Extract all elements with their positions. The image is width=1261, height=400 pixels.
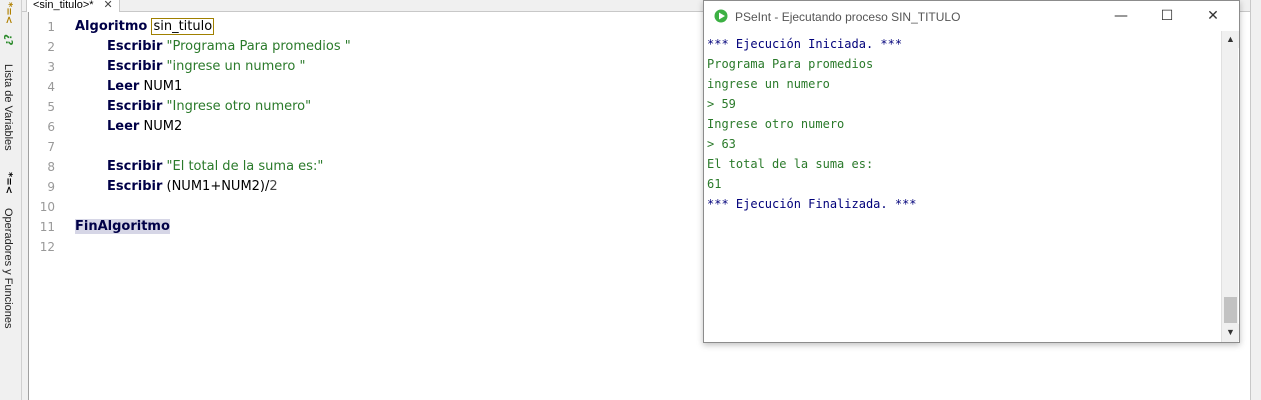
code-line-9: Escribir (NUM1+NUM2)/2 (107, 179, 278, 194)
side-toolbar: *=< ¿? Lista de Variables *=< Operadores… (0, 0, 22, 400)
code-line-4: Leer NUM1 (107, 79, 183, 94)
line-number: 10 (39, 200, 55, 214)
console-line: El total de la suma es: (707, 157, 874, 171)
right-scroll-strip (1250, 0, 1261, 400)
variables-list-tab[interactable]: Lista de Variables (2, 64, 14, 151)
scroll-thumb[interactable] (1224, 297, 1237, 323)
run-icon (714, 9, 728, 23)
line-number: 3 (47, 60, 55, 74)
operators-functions-tab[interactable]: Operadores y Funciones (2, 208, 14, 328)
console-line: 61 (707, 177, 722, 191)
console-line: > 63 (707, 137, 736, 151)
window-titlebar[interactable]: PSeInt - Ejecutando proceso SIN_TITULO —… (704, 1, 1239, 31)
code-line-8: Escribir "El total de la suma es:" (107, 159, 324, 174)
code-line-3: Escribir "ingrese un numero " (107, 59, 306, 74)
maximize-button[interactable]: ☐ (1144, 1, 1190, 31)
console-line: Ingrese otro numero (707, 117, 845, 131)
console-output[interactable]: *** Ejecución Iniciada. *** Programa Par… (705, 31, 1222, 342)
help-icon[interactable]: ¿? (3, 34, 14, 46)
line-number: 9 (47, 180, 55, 194)
algorithm-name: sin_titulo (151, 18, 215, 35)
pseint-app: *=< ¿? Lista de Variables *=< Operadores… (0, 0, 1261, 400)
variables-toolbar-icon[interactable]: *=< (3, 2, 14, 24)
close-icon[interactable]: ✕ (104, 0, 113, 11)
line-number: 5 (47, 100, 55, 114)
tab-sin-titulo[interactable]: <sin_titulo>* ✕ (26, 0, 120, 12)
code-line-5: Escribir "Ingrese otro numero" (107, 99, 312, 114)
console-line: *** Ejecución Finalizada. *** (707, 197, 917, 211)
scroll-down-icon[interactable]: ▼ (1222, 324, 1239, 341)
line-number: 7 (47, 140, 55, 154)
console-line: Programa Para promedios (707, 57, 874, 71)
line-number: 11 (39, 220, 55, 234)
console-line: *** Ejecución Iniciada. *** (707, 37, 903, 51)
line-number: 2 (47, 40, 55, 54)
code-line-2: Escribir "Programa Para promedios " (107, 39, 351, 54)
operators-icon: *=< (3, 172, 14, 194)
tab-label: <sin_titulo>* (33, 0, 94, 11)
scroll-up-icon[interactable]: ▲ (1222, 31, 1239, 48)
code-line-1: Algoritmo sin_titulo (75, 18, 215, 35)
console-line: > 59 (707, 97, 736, 111)
code-line-11: FinAlgoritmo (75, 219, 170, 234)
line-number: 4 (47, 80, 55, 94)
line-number: 12 (39, 240, 55, 254)
line-number: 1 (47, 20, 55, 34)
minimize-button[interactable]: — (1098, 1, 1144, 31)
window-title: PSeInt - Ejecutando proceso SIN_TITULO (735, 10, 961, 24)
console-scrollbar[interactable]: ▲ ▼ (1221, 31, 1239, 342)
close-window-button[interactable]: ✕ (1190, 1, 1236, 31)
console-line: ingrese un numero (707, 77, 830, 91)
console-window: PSeInt - Ejecutando proceso SIN_TITULO —… (703, 0, 1240, 343)
line-number: 6 (47, 120, 55, 134)
line-number: 8 (47, 160, 55, 174)
line-number-gutter: 1 2 3 4 5 6 7 8 9 10 11 12 (29, 12, 69, 400)
code-line-6: Leer NUM2 (107, 119, 183, 134)
